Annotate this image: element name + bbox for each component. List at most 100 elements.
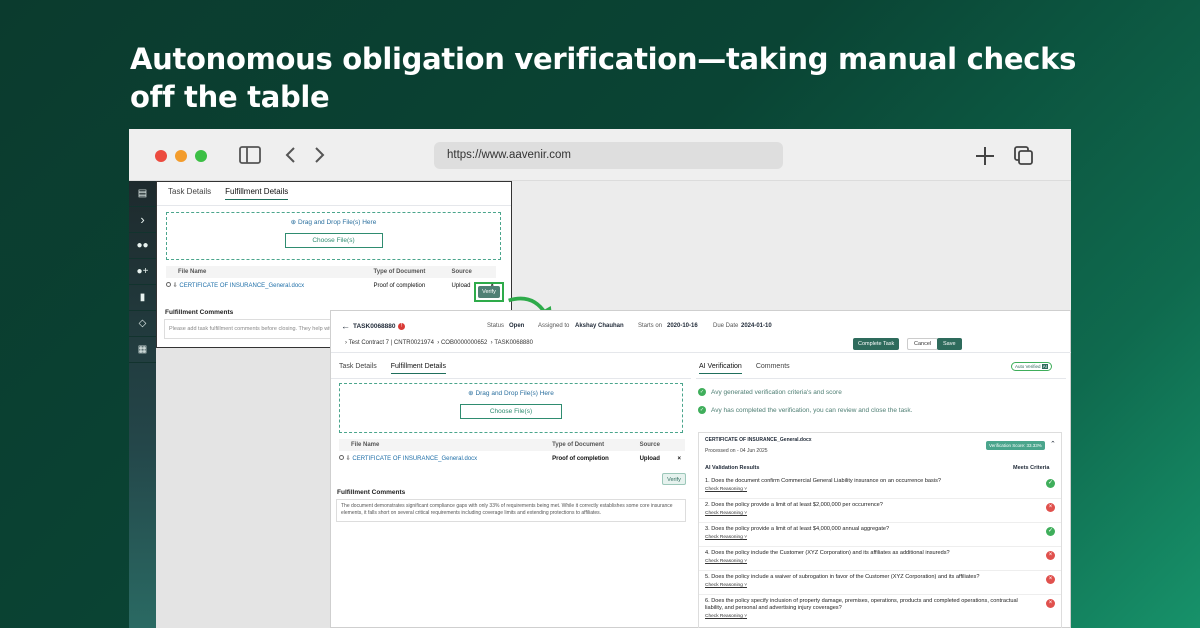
collapse-icon[interactable]: ⌃: [1050, 440, 1056, 448]
complete-task-button[interactable]: Complete Task: [853, 338, 900, 350]
grid-icon[interactable]: ▦: [129, 337, 156, 363]
verify-button[interactable]: Verify: [662, 473, 686, 485]
check-reasoning-link[interactable]: Check Reasoning ˅: [705, 614, 1061, 619]
front-tab-bar: Task Details Fulfillment Details: [331, 359, 691, 379]
list-item: 4. Does the policy include the Customer …: [699, 547, 1061, 571]
download-icon[interactable]: ⇩: [346, 456, 351, 462]
status-label: Status: [487, 323, 505, 329]
column-type: Type of Document: [373, 266, 452, 278]
minimize-window-button[interactable]: [175, 150, 187, 162]
cross-icon: ×: [1046, 599, 1055, 608]
starts-label: Starts on: [638, 323, 663, 329]
meets-criteria-label: Meets Criteria: [1013, 465, 1050, 471]
url-bar[interactable]: https://www.aavenir.com: [434, 142, 783, 169]
column-file-name: File Name: [339, 439, 553, 451]
breadcrumb-obligation[interactable]: COB0000000652: [441, 340, 487, 346]
doc-type-cell: Proof of completion: [552, 455, 609, 462]
tab-comments[interactable]: Comments: [756, 363, 790, 374]
check-reasoning-link[interactable]: Check Reasoning ˅: [705, 487, 1061, 492]
table-row: ⇩ CERTIFICATE OF INSURANCE_General.docx …: [339, 451, 685, 466]
file-table: File Name Type of Document Source ⇩ CERT…: [339, 439, 685, 466]
cancel-button[interactable]: Cancel: [907, 338, 939, 350]
book-icon[interactable]: ▮: [129, 285, 156, 311]
column-file-name: File Name: [166, 266, 374, 278]
check-reasoning-link[interactable]: Check Reasoning ˅: [705, 535, 1061, 540]
browser-chrome: https://www.aavenir.com: [129, 129, 1071, 181]
task-header: ← TASK0068880 ! Status Open Assigned to …: [331, 311, 1071, 353]
assigned-label: Assigned to: [538, 323, 570, 329]
download-icon[interactable]: ⇩: [173, 283, 178, 289]
back-arrow-icon[interactable]: ←: [341, 321, 350, 331]
results-label: AI Validation Results: [705, 465, 760, 471]
list-item: 5. Does the policy include a waiver of s…: [699, 571, 1061, 595]
column-source: Source: [451, 266, 482, 278]
upload-icon: ⊕: [468, 390, 474, 397]
menu-icon[interactable]: ▤: [129, 181, 156, 207]
info-check-icon: ✓: [698, 388, 706, 396]
browser-window: https://www.aavenir.com ▤ › ●● ●+ ▮ ◇ ▦ …: [129, 129, 1071, 628]
verify-highlight: [474, 282, 504, 302]
verification-score-badge: Verification Score: 33.33%: [986, 441, 1045, 450]
verification-result-card: CERTIFICATE OF INSURANCE_General.docx Pr…: [698, 432, 1062, 628]
ai-verification-panel: AI Verification Comments Auto Verified A…: [696, 359, 1066, 628]
page-background-panel: [156, 348, 330, 628]
comments-input[interactable]: The document demonstrates significant co…: [336, 499, 686, 522]
tab-task-details[interactable]: Task Details: [168, 187, 211, 200]
save-button[interactable]: Save: [937, 338, 962, 350]
processed-date: Processed on - 04 Jun 2025: [705, 448, 768, 454]
check-reasoning-link[interactable]: Check Reasoning ˅: [705, 511, 1061, 516]
auto-verified-badge: Auto Verified AI: [1010, 362, 1052, 371]
users-icon[interactable]: ●●: [129, 233, 156, 259]
file-dropzone[interactable]: ⊕ Drag and Drop File(s) Here Choose File…: [339, 383, 683, 433]
check-reasoning-link[interactable]: Check Reasoning ˅: [705, 559, 1061, 564]
row-radio[interactable]: [166, 282, 171, 287]
table-header: File Name Type of Document Source: [339, 439, 685, 451]
breadcrumb-task[interactable]: TASK0068880: [494, 340, 533, 346]
column-source: Source: [639, 439, 671, 451]
doc-type-cell: Proof of completion: [373, 282, 426, 289]
chevron-right-icon[interactable]: ›: [129, 207, 156, 233]
forward-icon[interactable]: [314, 146, 326, 164]
file-table: File Name Type of Document Source ⇩ CERT…: [166, 266, 496, 293]
table-header: File Name Type of Document Source: [166, 266, 496, 278]
remove-file-icon[interactable]: ×: [671, 451, 685, 466]
breadcrumb: › Test Contract 7 | CNTR0021974 › COB000…: [345, 340, 533, 346]
doc-name: CERTIFICATE OF INSURANCE_General.docx: [705, 437, 812, 443]
front-task-panel: ← TASK0068880 ! Status Open Assigned to …: [330, 310, 1071, 628]
check-reasoning-link[interactable]: Check Reasoning ˅: [705, 583, 1061, 588]
table-row: ⇩ CERTIFICATE OF INSURANCE_General.docx …: [166, 278, 496, 293]
comments-label: Fulfillment Comments: [337, 489, 406, 496]
breadcrumb-contract[interactable]: Test Contract 7 | CNTR0021974: [349, 340, 434, 346]
list-item: 3. Does the policy provide a limit of at…: [699, 523, 1061, 547]
info-completed: ✓ Avy has completed the verification, yo…: [698, 406, 913, 414]
duplicate-icon[interactable]: [1014, 146, 1034, 166]
code-icon[interactable]: ◇: [129, 311, 156, 337]
cross-icon: ×: [1046, 503, 1055, 512]
file-link[interactable]: CERTIFICATE OF INSURANCE_General.docx: [179, 283, 304, 289]
row-radio[interactable]: [339, 455, 344, 460]
sidebar-toggle-icon[interactable]: [239, 146, 261, 164]
status-value: Open: [509, 323, 525, 329]
list-item: 2. Does the policy provide a limit of at…: [699, 499, 1061, 523]
choose-files-button[interactable]: Choose File(s): [284, 233, 383, 248]
add-user-icon[interactable]: ●+: [129, 259, 156, 285]
tab-fulfillment-details[interactable]: Fulfillment Details: [225, 187, 289, 200]
assigned-value: Akshay Chauhan: [575, 323, 624, 329]
new-tab-icon[interactable]: [975, 146, 995, 166]
dropzone-text: Drag and Drop File(s) Here: [475, 390, 554, 397]
task-id: TASK0068880: [353, 323, 396, 330]
back-tab-bar: Task Details Fulfillment Details: [157, 182, 511, 206]
file-dropzone[interactable]: ⊕ Drag and Drop File(s) Here Choose File…: [166, 212, 501, 260]
file-link[interactable]: CERTIFICATE OF INSURANCE_General.docx: [352, 456, 477, 462]
dropzone-text: Drag and Drop File(s) Here: [297, 219, 377, 226]
tab-ai-verification[interactable]: AI Verification: [699, 363, 742, 374]
app-sidebar: ▤ › ●● ●+ ▮ ◇ ▦: [129, 181, 156, 628]
close-window-button[interactable]: [155, 150, 167, 162]
maximize-window-button[interactable]: [195, 150, 207, 162]
tab-fulfillment-details[interactable]: Fulfillment Details: [390, 363, 446, 374]
choose-files-button[interactable]: Choose File(s): [460, 404, 562, 419]
list-item: 1. Does the document confirm Commercial …: [699, 475, 1061, 499]
back-icon[interactable]: [284, 146, 296, 164]
starts-value: 2020-10-16: [667, 323, 698, 329]
tab-task-details[interactable]: Task Details: [339, 363, 377, 374]
